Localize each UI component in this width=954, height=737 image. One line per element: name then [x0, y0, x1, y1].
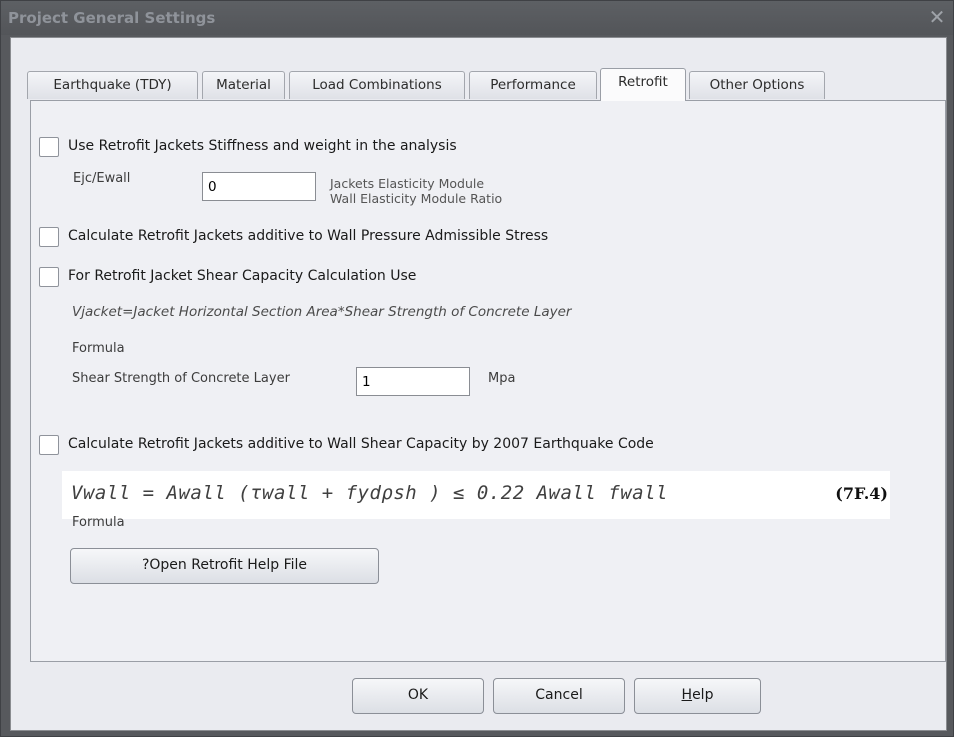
tab-material[interactable]: Material: [202, 71, 285, 99]
ejc-input[interactable]: 0: [202, 172, 316, 201]
earthquake-code-label: Calculate Retrofit Jackets additive to W…: [68, 436, 654, 452]
shear-strength-label: Shear Strength of Concrete Layer: [72, 371, 290, 386]
use-stiffness-checkbox[interactable]: [39, 137, 59, 157]
tab-retrofit[interactable]: Retrofit: [600, 68, 686, 101]
code-formula-ref: (7F.4): [835, 484, 888, 503]
shear-formula-text: Vjacket=Jacket Horizontal Section Area*S…: [72, 304, 572, 320]
dialog-client-area: Earthquake (TDY) Material Load Combinati…: [10, 37, 947, 731]
close-icon[interactable]: ✕: [927, 6, 947, 28]
tab-other-options[interactable]: Other Options: [689, 71, 825, 99]
shear-strength-input[interactable]: 1: [356, 367, 470, 396]
use-stiffness-label: Use Retrofit Jackets Stiffness and weigh…: [68, 138, 457, 154]
shear-formula-caption: Formula: [72, 341, 125, 356]
ejc-note-line2: Wall Elasticity Module Ratio: [330, 191, 503, 206]
code-formula-text: Vwall = Awall (τwall + fydρsh ) ≤ 0.22 A…: [71, 482, 668, 504]
pressure-stress-label: Calculate Retrofit Jackets additive to W…: [68, 228, 549, 244]
pressure-stress-checkbox[interactable]: [39, 227, 59, 247]
ejc-label: Ejc/Ewall: [73, 171, 131, 186]
help-button-label-rest: elp: [692, 687, 714, 703]
cancel-button[interactable]: Cancel: [493, 678, 625, 714]
tab-load-combinations[interactable]: Load Combinations: [289, 71, 465, 99]
code-formula-caption: Formula: [72, 515, 125, 530]
window-title: Project General Settings: [8, 9, 216, 27]
ok-button[interactable]: OK: [352, 678, 484, 714]
tab-performance[interactable]: Performance: [469, 71, 597, 99]
tab-earthquake-tdy[interactable]: Earthquake (TDY): [27, 71, 198, 99]
title-bar[interactable]: Project General Settings ✕: [1, 1, 953, 35]
help-button-mnemonic: H: [681, 687, 693, 703]
open-retrofit-help-button[interactable]: ?Open Retrofit Help File: [70, 548, 379, 584]
tab-strip: Earthquake (TDY) Material Load Combinati…: [27, 68, 927, 101]
shear-strength-unit: Mpa: [488, 371, 516, 386]
help-button[interactable]: Help: [634, 678, 761, 714]
project-general-settings-dialog: Project General Settings ✕ Earthquake (T…: [0, 0, 954, 737]
earthquake-code-checkbox[interactable]: [39, 435, 59, 455]
shear-capacity-checkbox[interactable]: [39, 267, 59, 287]
shear-capacity-label: For Retrofit Jacket Shear Capacity Calcu…: [68, 268, 417, 284]
code-formula-image: Vwall = Awall (τwall + fydρsh ) ≤ 0.22 A…: [62, 471, 890, 519]
ejc-note-line1: Jackets Elasticity Module: [330, 176, 485, 191]
retrofit-tab-panel: Use Retrofit Jackets Stiffness and weigh…: [30, 100, 946, 662]
